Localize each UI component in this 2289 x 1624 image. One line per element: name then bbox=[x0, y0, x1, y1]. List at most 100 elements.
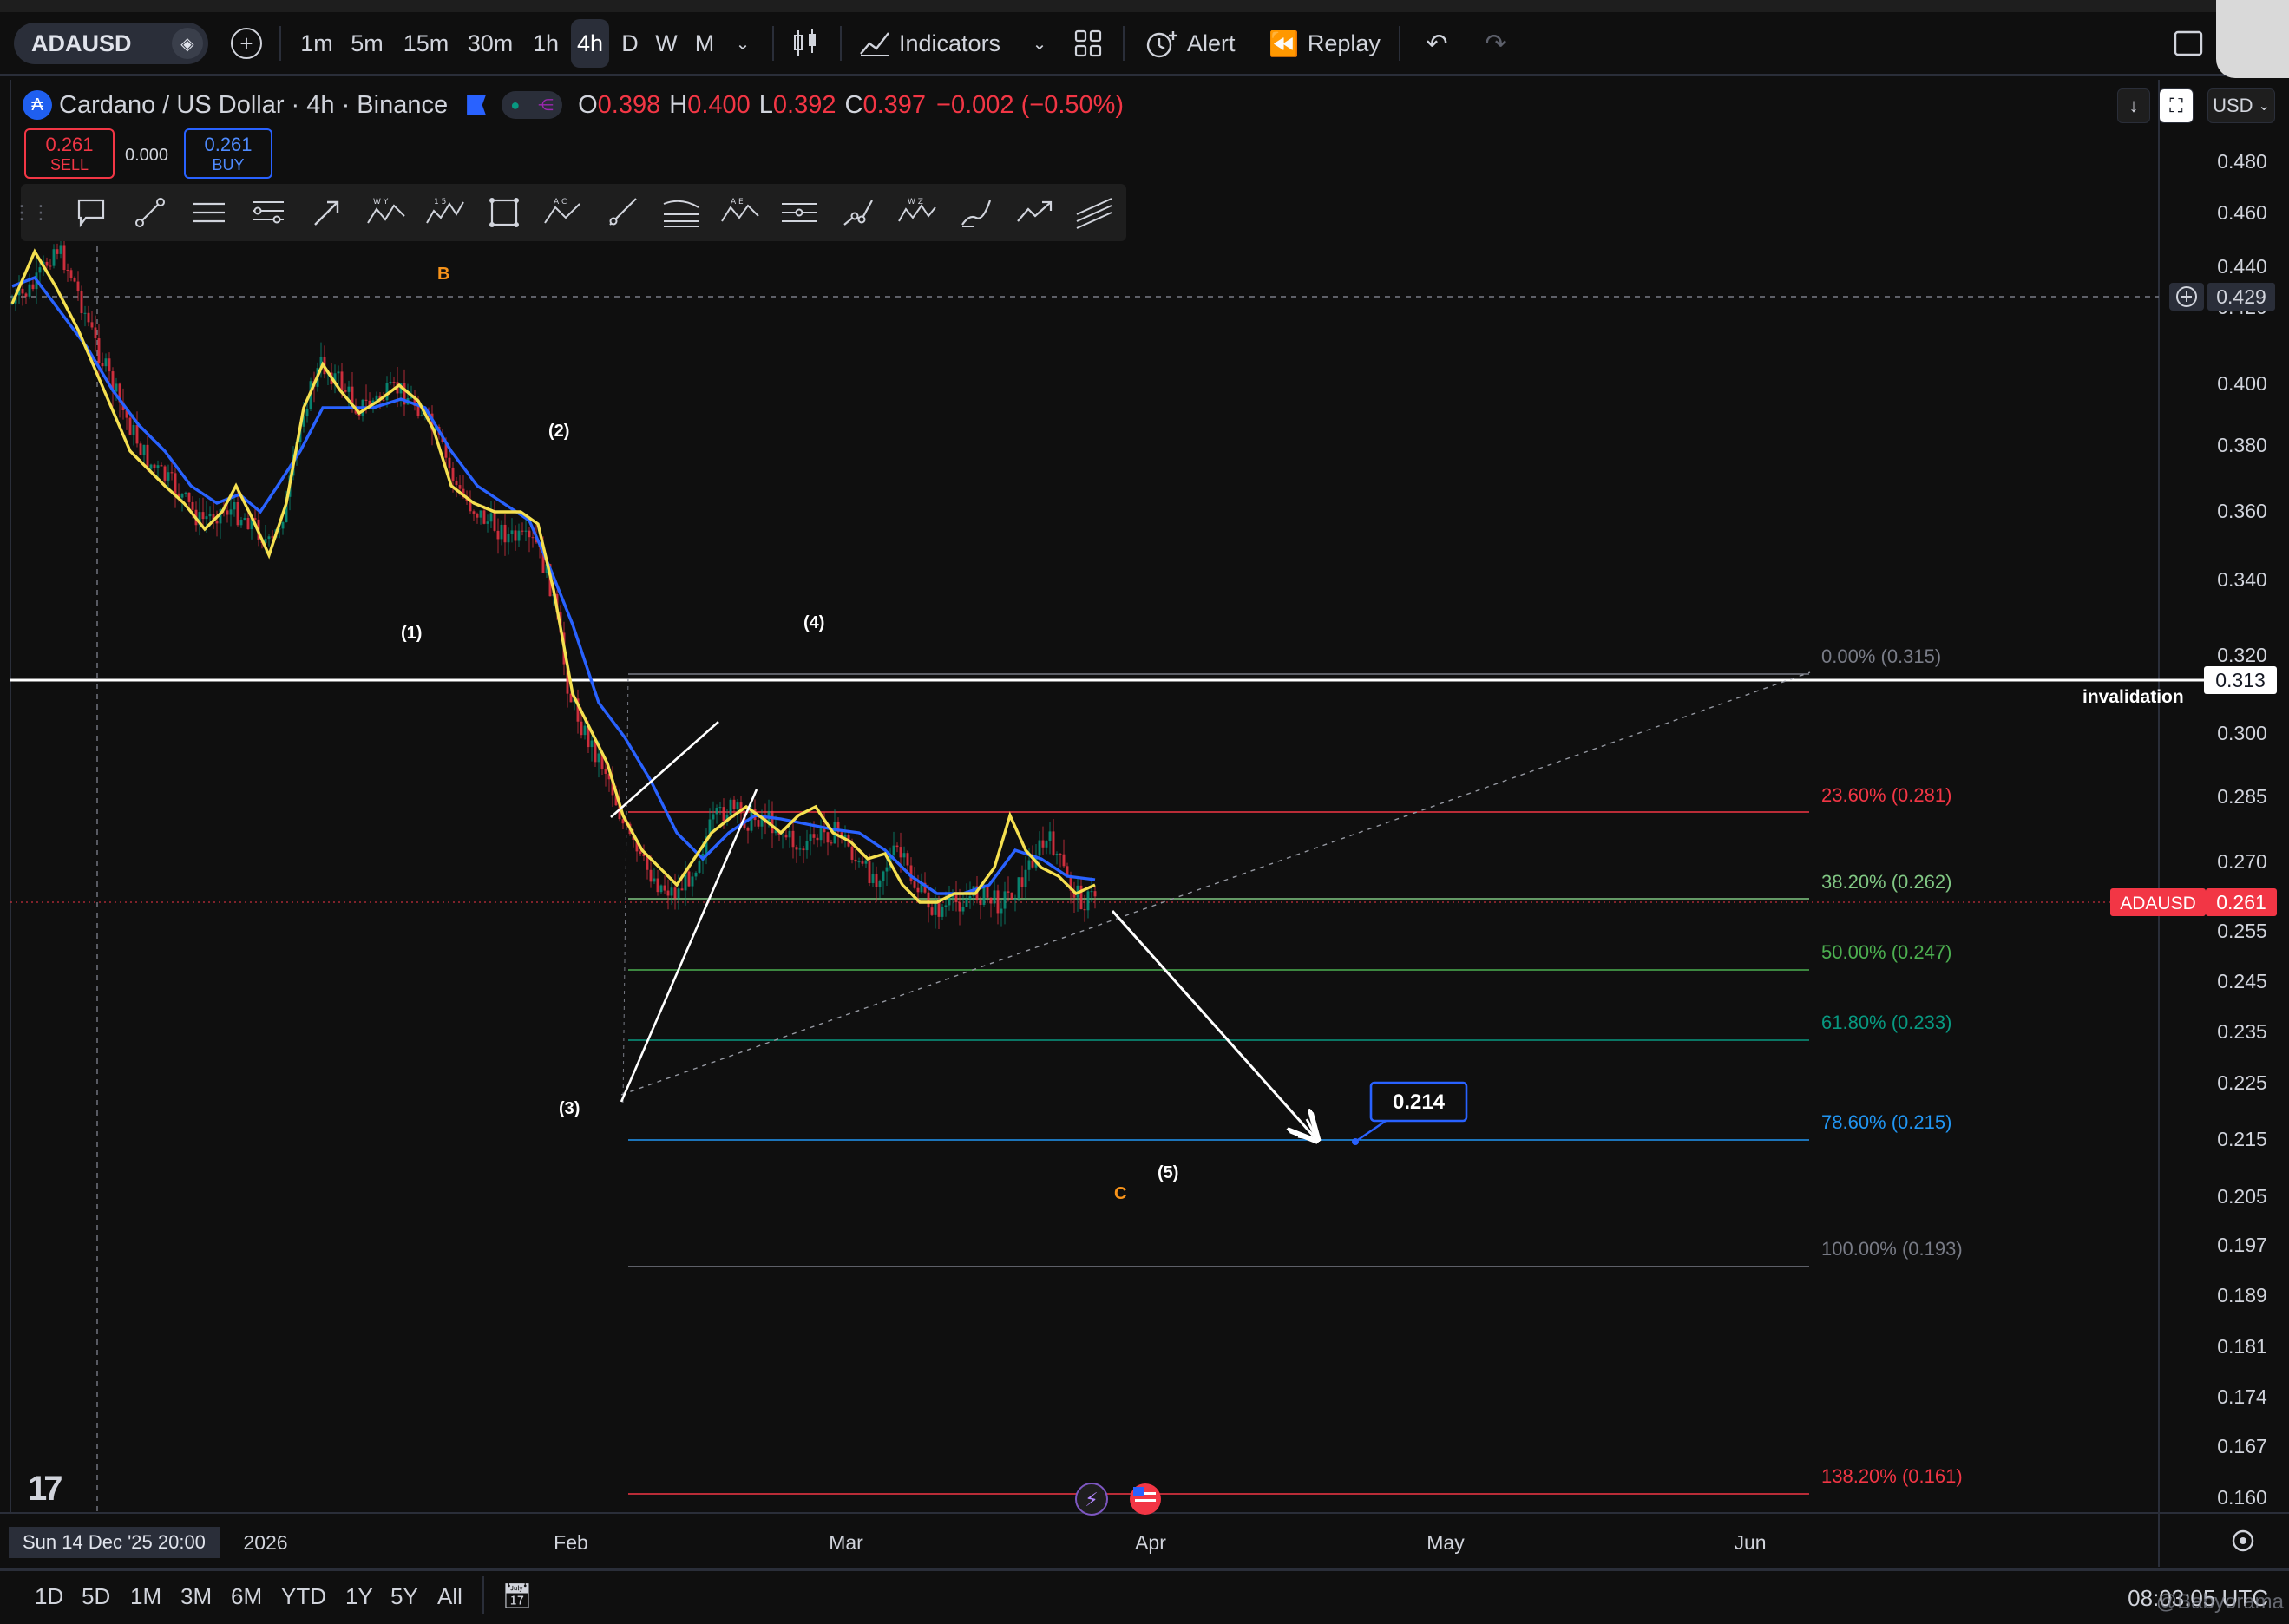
buy-button[interactable]: 0.261 BUY bbox=[184, 128, 272, 179]
candle-body bbox=[830, 842, 833, 844]
range-3m[interactable]: 3M bbox=[180, 1583, 212, 1610]
drag-handle-icon[interactable]: ⋮⋮ bbox=[12, 191, 50, 234]
candle-body bbox=[135, 424, 139, 444]
regression-tool[interactable] bbox=[659, 191, 703, 234]
callout-tool[interactable] bbox=[69, 191, 113, 234]
trendline-tool[interactable] bbox=[128, 191, 172, 234]
rectangle-tool[interactable] bbox=[482, 191, 526, 234]
scroll-down-button[interactable]: ↓ bbox=[2117, 88, 2150, 123]
candle-body bbox=[826, 832, 830, 843]
crosshair-price-label: 0.429 bbox=[2216, 285, 2266, 308]
horizontal-lines-tool[interactable] bbox=[187, 191, 231, 234]
callout-icon bbox=[77, 199, 105, 228]
indicators-button[interactable]: Indicators bbox=[859, 19, 1007, 68]
candle-body bbox=[184, 492, 187, 494]
candle-body bbox=[167, 472, 170, 481]
fib-tool[interactable] bbox=[246, 191, 290, 234]
chart-title[interactable]: Cardano / US Dollar · 4h · Binance bbox=[59, 91, 448, 120]
candle-body bbox=[1083, 909, 1086, 911]
auto-scale-button[interactable]: ⛶ bbox=[2159, 88, 2194, 123]
ae-wave-tool[interactable]: A E bbox=[718, 191, 762, 234]
candle-body bbox=[899, 847, 902, 858]
fib-channel-icon bbox=[782, 203, 817, 222]
candle-body bbox=[132, 424, 135, 435]
wxyxz-tool[interactable]: W Z bbox=[895, 191, 939, 234]
arrow-tool[interactable] bbox=[305, 191, 349, 234]
ray-tool[interactable] bbox=[600, 191, 644, 234]
range-1y[interactable]: 1Y bbox=[345, 1583, 373, 1610]
range-all[interactable]: All bbox=[437, 1583, 462, 1610]
price-tick-label: 0.460 bbox=[2217, 201, 2267, 224]
candle-body bbox=[389, 382, 392, 384]
interval-5m[interactable]: 5m bbox=[345, 19, 389, 68]
candle-body bbox=[305, 409, 309, 417]
fullscreen-button[interactable] bbox=[2169, 19, 2207, 68]
flag-icon[interactable] bbox=[467, 95, 487, 115]
redo-button[interactable]: ↷ bbox=[1479, 19, 1513, 68]
interval-4h[interactable]: 4h bbox=[571, 19, 609, 68]
candle-body bbox=[101, 363, 104, 367]
currency-select[interactable]: USD ⌄ bbox=[2207, 88, 2275, 123]
currency-label: USD bbox=[2213, 95, 2253, 116]
candle-body bbox=[1059, 854, 1062, 855]
range-1d[interactable]: 1D bbox=[35, 1583, 63, 1610]
candle-body bbox=[715, 808, 718, 815]
tradingview-logo[interactable]: 17 bbox=[28, 1470, 62, 1509]
candle-body bbox=[885, 867, 889, 872]
candle-body bbox=[604, 769, 607, 774]
undo-button[interactable]: ↶ bbox=[1420, 19, 1454, 68]
indicators-label: Indicators bbox=[899, 29, 1001, 56]
interval-30m[interactable]: 30m bbox=[462, 19, 519, 68]
open-key: O bbox=[578, 90, 598, 119]
brush-tool[interactable] bbox=[954, 191, 998, 234]
interval-dropdown[interactable]: ⌄ bbox=[727, 19, 758, 68]
impulse-wave-tool[interactable]: 1 5 bbox=[423, 191, 467, 234]
range-5y[interactable]: 5Y bbox=[390, 1583, 418, 1610]
candle-body bbox=[49, 265, 52, 267]
candle-body bbox=[944, 905, 948, 907]
candle-body bbox=[115, 383, 118, 392]
sell-button[interactable]: 0.261 SELL bbox=[24, 128, 115, 179]
candle-body bbox=[802, 848, 805, 851]
status-pill[interactable]: ● ⋲ bbox=[502, 91, 563, 119]
range-1m[interactable]: 1M bbox=[130, 1583, 161, 1610]
path-icon bbox=[843, 200, 873, 226]
diamond-icon[interactable]: ◈ bbox=[172, 28, 203, 59]
range-5d[interactable]: 5D bbox=[82, 1583, 110, 1610]
toolbar-divider bbox=[772, 26, 774, 61]
interval-1h[interactable]: 1h bbox=[526, 19, 566, 68]
plus-icon: + bbox=[231, 28, 262, 59]
projection-tool[interactable] bbox=[1013, 191, 1057, 234]
parallel-channel-tool[interactable] bbox=[1072, 191, 1116, 234]
replay-button[interactable]: ⏪ Replay bbox=[1269, 19, 1381, 68]
price-tick-label: 0.225 bbox=[2217, 1071, 2267, 1094]
candle-body bbox=[1024, 869, 1027, 887]
interval-15m[interactable]: 15m bbox=[397, 19, 455, 68]
candle-body bbox=[337, 371, 340, 374]
path-tool[interactable] bbox=[836, 191, 880, 234]
interval-m[interactable]: M bbox=[691, 19, 718, 68]
candle-body bbox=[906, 853, 909, 866]
price-chart[interactable]: 0.00% (0.315) 23.60% (0.281) 38.20% (0.2… bbox=[0, 80, 2289, 1567]
interval-d[interactable]: D bbox=[616, 19, 644, 68]
abc-wave-tool[interactable]: A C bbox=[541, 191, 585, 234]
symbol-search[interactable]: ADAUSD ◈ bbox=[14, 23, 208, 64]
range-ytd[interactable]: YTD bbox=[281, 1583, 326, 1610]
wxy-tool[interactable]: W Y bbox=[364, 191, 408, 234]
indicators-dropdown[interactable]: ⌄ bbox=[1024, 19, 1055, 68]
interval-1m[interactable]: 1m bbox=[295, 19, 338, 68]
interval-w[interactable]: W bbox=[653, 19, 680, 68]
candle-body bbox=[66, 269, 69, 271]
ray-icon bbox=[609, 198, 637, 226]
gear-icon-center bbox=[2240, 1537, 2246, 1544]
add-symbol-button[interactable]: + bbox=[229, 19, 264, 68]
layouts-button[interactable] bbox=[1069, 19, 1107, 68]
alert-button[interactable]: Alert bbox=[1144, 19, 1248, 68]
range-6m[interactable]: 6M bbox=[231, 1583, 262, 1610]
candle-body bbox=[850, 846, 854, 860]
gann-tool[interactable] bbox=[777, 191, 821, 234]
chart-type-button[interactable] bbox=[786, 19, 824, 68]
date-range-icon[interactable]: 📅︎ bbox=[502, 1581, 533, 1610]
candle-body bbox=[1062, 854, 1066, 867]
candle-body bbox=[382, 399, 385, 401]
